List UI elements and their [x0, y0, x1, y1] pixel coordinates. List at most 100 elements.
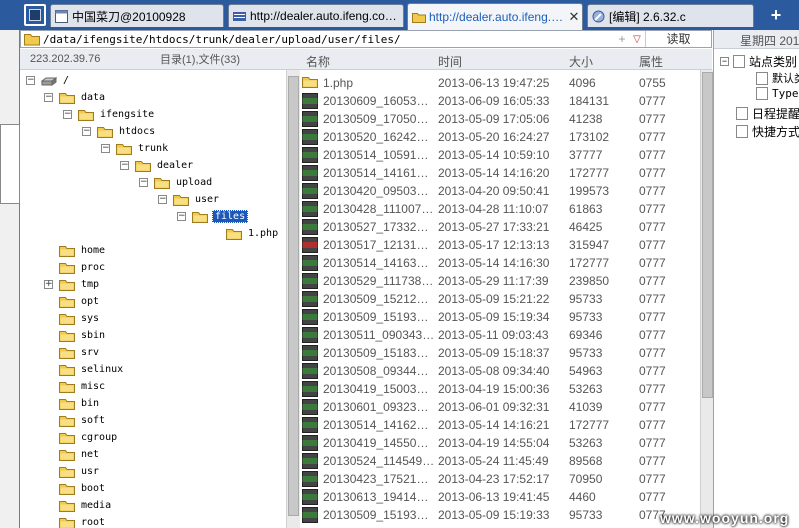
- collapse-icon[interactable]: −: [120, 161, 129, 170]
- file-row[interactable]: 20130420_095039.J... 2013-04-20 09:50:41 1…: [300, 182, 698, 200]
- tree-node-root[interactable]: − /: [26, 72, 71, 89]
- file-name: 20130509_151933.jpg: [323, 508, 435, 522]
- file-row[interactable]: 20130601_093231.jpg 2013-06-01 09:32:31 41…: [300, 398, 698, 416]
- right-panel-item[interactable]: 默认类: [756, 70, 799, 86]
- folder-icon: [116, 142, 132, 155]
- tree-node-sys[interactable]: sys: [44, 310, 101, 327]
- file-row[interactable]: 20130524_114549.jpg 2013-05-24 11:45:49 89…: [300, 452, 698, 470]
- path-input[interactable]: /data/ifengsite/htdocs/trunk/dealer/uplo…: [43, 33, 615, 46]
- close-icon[interactable]: ✕: [566, 9, 582, 25]
- column-size[interactable]: 大小: [569, 53, 593, 70]
- file-row[interactable]: 20130514_141621.jpg 2013-05-14 14:16:21 17…: [300, 416, 698, 434]
- tree-node-upload[interactable]: − upload: [139, 174, 214, 191]
- collapse-icon[interactable]: −: [177, 212, 186, 221]
- tree-node-files[interactable]: − files: [177, 208, 249, 225]
- tree-node-root[interactable]: root: [44, 514, 107, 528]
- tree-node-label: files: [212, 210, 249, 223]
- tree-node-proc[interactable]: proc: [44, 259, 107, 276]
- tree-node-soft[interactable]: soft: [44, 412, 107, 429]
- file-list-scrollbar[interactable]: [700, 70, 714, 528]
- tree-node-net[interactable]: net: [44, 446, 101, 463]
- tree-scrollbar-thumb[interactable]: [288, 76, 299, 516]
- file-row[interactable]: 20130509_170506.jpg 2013-05-09 17:05:06 41…: [300, 110, 698, 128]
- right-panel-item[interactable]: − 站点类别: [720, 53, 797, 70]
- folder-icon: [59, 261, 75, 274]
- add-bookmark-icon[interactable]: +: [615, 32, 629, 46]
- tree-node-misc[interactable]: misc: [44, 378, 107, 395]
- jpg-file-icon: [302, 435, 318, 451]
- file-row[interactable]: 20130419_150036.jpg 2013-04-19 15:00:36 53…: [300, 380, 698, 398]
- tree-node-home[interactable]: home: [44, 242, 107, 259]
- tree-scrollbar[interactable]: [286, 70, 300, 528]
- collapse-icon[interactable]: −: [63, 110, 72, 119]
- file-list-scrollbar-thumb[interactable]: [702, 72, 713, 398]
- file-row[interactable]: 20130509_151934.jpg 2013-05-09 15:19:34 95…: [300, 308, 698, 326]
- file-row[interactable]: 20130609_160533.jpg 2013-06-09 16:05:33 18…: [300, 92, 698, 110]
- right-panel-item[interactable]: Type: [756, 87, 799, 100]
- file-row[interactable]: 20130428_111007.jpg 2013-04-28 11:10:07 61…: [300, 200, 698, 218]
- file-row[interactable]: 20130527_173321.jpg 2013-05-27 17:33:21 46…: [300, 218, 698, 236]
- tree-node-label: trunk: [138, 143, 169, 154]
- tree-node-media[interactable]: media: [44, 497, 113, 514]
- tree-node-srv[interactable]: srv: [44, 344, 101, 361]
- file-row[interactable]: 20130509_152122.jpg 2013-05-09 15:21:22 95…: [300, 290, 698, 308]
- file-row[interactable]: 20130514_141619.jpg 2013-05-14 14:16:20 17…: [300, 164, 698, 182]
- tree-node-ifengsite[interactable]: − ifengsite: [63, 106, 156, 123]
- collapse-icon[interactable]: −: [26, 76, 35, 85]
- tab-webshell-2[interactable]: http://dealer.auto.ifeng.com/... ✕: [407, 3, 583, 30]
- path-dropdown-icon[interactable]: ▽: [629, 34, 645, 45]
- file-row[interactable]: 20130514_105910.jpg 2013-05-14 10:59:10 37…: [300, 146, 698, 164]
- file-row[interactable]: 20130529_111738.jpg 2013-05-29 11:17:39 23…: [300, 272, 698, 290]
- file-row[interactable]: 20130514_141630.jpg 2013-05-14 14:16:30 17…: [300, 254, 698, 272]
- file-row[interactable]: 20130511_090343.jpg 2013-05-11 09:03:43 69…: [300, 326, 698, 344]
- right-panel-item[interactable]: 日程提醒: [736, 105, 799, 122]
- right-panel-item[interactable]: 快捷方式: [736, 123, 799, 140]
- tree-header: 223.202.39.76 目录(1),文件(33): [20, 49, 300, 70]
- file-row[interactable]: 20130509_151933.jpg 2013-05-09 15:19:33 95…: [300, 506, 698, 524]
- column-time[interactable]: 时间: [438, 53, 462, 70]
- tree-node-bin[interactable]: bin: [44, 395, 101, 412]
- tab-title: 中国菜刀@20100928: [72, 9, 186, 24]
- collapse-icon[interactable]: −: [101, 144, 110, 153]
- collapse-icon[interactable]: −: [139, 178, 148, 187]
- tree-node-boot[interactable]: boot: [44, 480, 107, 497]
- tree-node-usr[interactable]: usr: [44, 463, 101, 480]
- tree-node-trunk[interactable]: − trunk: [101, 140, 170, 157]
- tree-node-1-php[interactable]: 1.php: [211, 225, 280, 242]
- tab-chopper[interactable]: 中国菜刀@20100928: [50, 4, 224, 27]
- expand-icon[interactable]: +: [44, 280, 53, 289]
- tree-node-opt[interactable]: opt: [44, 293, 101, 310]
- file-size: 4460: [569, 490, 596, 504]
- collapse-icon[interactable]: −: [44, 93, 53, 102]
- tree-node-dealer[interactable]: − dealer: [120, 157, 195, 174]
- read-button[interactable]: 读取: [645, 31, 711, 47]
- column-name[interactable]: 名称: [306, 53, 330, 70]
- tree-node-sbin[interactable]: sbin: [44, 327, 107, 344]
- tree-node-data[interactable]: − data: [44, 89, 107, 106]
- tree-node-selinux[interactable]: selinux: [44, 361, 125, 378]
- tree-node-label: selinux: [81, 364, 124, 375]
- file-row[interactable]: 20130509_151837.jpg 2013-05-09 15:18:37 95…: [300, 344, 698, 362]
- tab-webshell-1[interactable]: http://dealer.auto.ifeng.com/...: [228, 4, 404, 27]
- file-row[interactable]: 20130517_121313.png 2013-05-17 12:13:13 31…: [300, 236, 698, 254]
- tree-node-label: home: [81, 245, 106, 256]
- file-row[interactable]: 20130508_093440.jpg 2013-05-08 09:34:40 54…: [300, 362, 698, 380]
- tab-editor[interactable]: [编辑] 2.6.32.c: [587, 4, 754, 27]
- file-row[interactable]: 20130419_145504.jpg 2013-04-19 14:55:04 53…: [300, 434, 698, 452]
- collapse-icon[interactable]: −: [720, 57, 729, 66]
- tree-node-user[interactable]: − user: [158, 191, 221, 208]
- folder-icon: [59, 431, 75, 444]
- collapse-icon[interactable]: −: [158, 195, 167, 204]
- column-attr[interactable]: 属性: [639, 53, 663, 70]
- file-row[interactable]: 20130520_162427.jpg 2013-05-20 16:24:27 17…: [300, 128, 698, 146]
- collapse-icon[interactable]: −: [82, 127, 91, 136]
- tree-node-cgroup[interactable]: cgroup: [44, 429, 119, 446]
- file-attr: 0755: [639, 76, 666, 90]
- file-row[interactable]: 1.php 2013-06-13 19:47:25 4096 0755: [300, 74, 698, 92]
- sidebar-toggle-button[interactable]: [24, 4, 46, 26]
- tree-node-tmp[interactable]: + tmp: [44, 276, 101, 293]
- file-row[interactable]: 20130613_194145.jpg 2013-06-13 19:41:45 44…: [300, 488, 698, 506]
- tree-node-htdocs[interactable]: − htdocs: [82, 123, 157, 140]
- new-tab-button[interactable]: +: [758, 4, 794, 27]
- file-row[interactable]: 20130423_175217.jpg 2013-04-23 17:52:17 70…: [300, 470, 698, 488]
